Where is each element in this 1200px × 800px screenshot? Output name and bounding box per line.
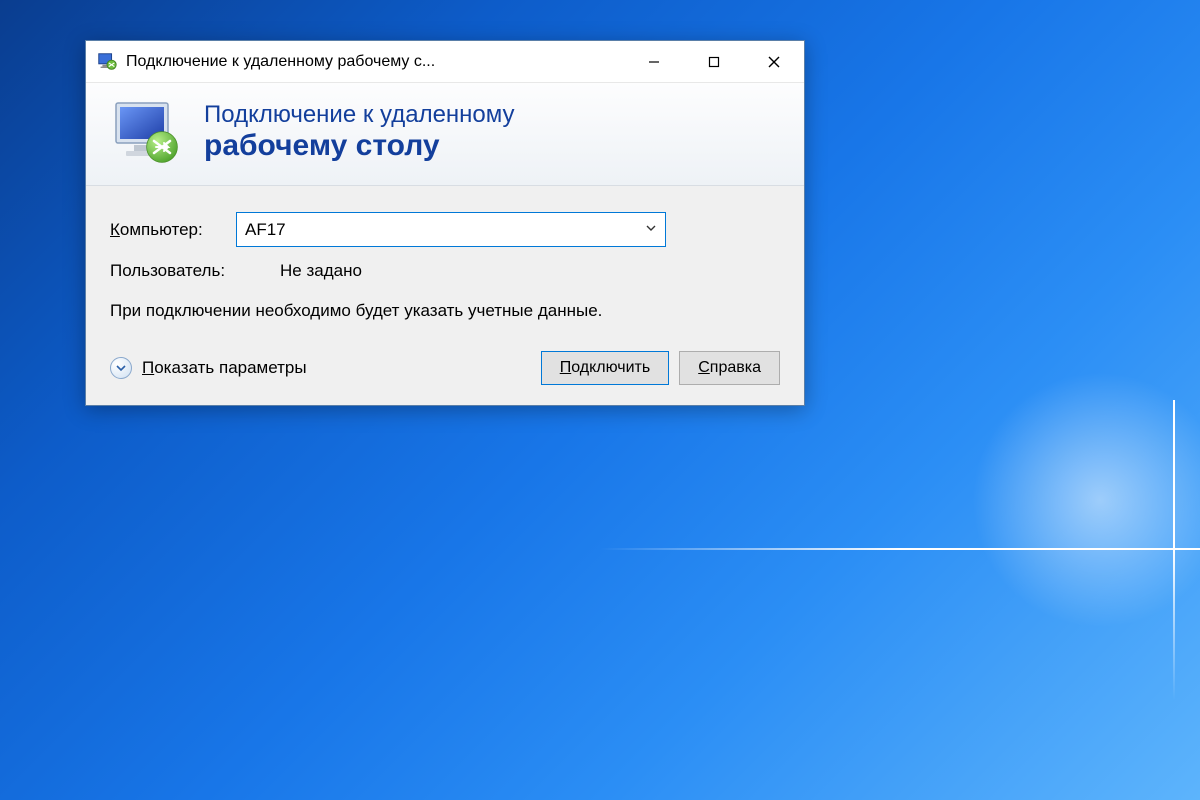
close-button[interactable] xyxy=(744,41,804,82)
computer-field-row: Компьютер: xyxy=(110,212,780,247)
banner-title-line2: рабочему столу xyxy=(204,129,515,163)
user-field-row: Пользователь: Не задано xyxy=(110,261,780,281)
rdp-dialog-window: Подключение к удаленному рабочему с... xyxy=(85,40,805,406)
desktop-light-flare-vertical xyxy=(1173,400,1175,700)
chevron-down-icon[interactable] xyxy=(645,222,657,237)
dialog-footer: Показать параметры Подключить Справка xyxy=(110,351,780,385)
connect-button[interactable]: Подключить xyxy=(541,351,669,385)
window-controls xyxy=(624,41,804,82)
computer-combobox[interactable] xyxy=(236,212,666,247)
banner-text: Подключение к удаленному рабочему столу xyxy=(204,101,515,163)
user-value: Не задано xyxy=(280,261,362,281)
computer-input[interactable] xyxy=(245,220,645,240)
desktop-light-flare xyxy=(600,548,1200,550)
desktop-light-glow xyxy=(950,350,1200,650)
rdp-app-icon xyxy=(96,51,118,73)
titlebar[interactable]: Подключение к удаленному рабочему с... xyxy=(86,41,804,83)
user-label: Пользователь: xyxy=(110,261,280,281)
header-banner: Подключение к удаленному рабочему столу xyxy=(86,83,804,186)
window-title: Подключение к удаленному рабочему с... xyxy=(126,53,624,71)
minimize-button[interactable] xyxy=(624,41,684,82)
dialog-body: Компьютер: Пользователь: Не задано При п… xyxy=(86,186,804,405)
expand-down-icon xyxy=(110,357,132,379)
rdp-logo-icon xyxy=(106,97,186,167)
show-options-link[interactable]: Показать параметры xyxy=(110,357,531,379)
credentials-info-text: При подключении необходимо будет указать… xyxy=(110,299,780,323)
help-button[interactable]: Справка xyxy=(679,351,780,385)
banner-title-line1: Подключение к удаленному xyxy=(204,101,515,129)
computer-label: Компьютер: xyxy=(110,220,236,240)
maximize-button[interactable] xyxy=(684,41,744,82)
